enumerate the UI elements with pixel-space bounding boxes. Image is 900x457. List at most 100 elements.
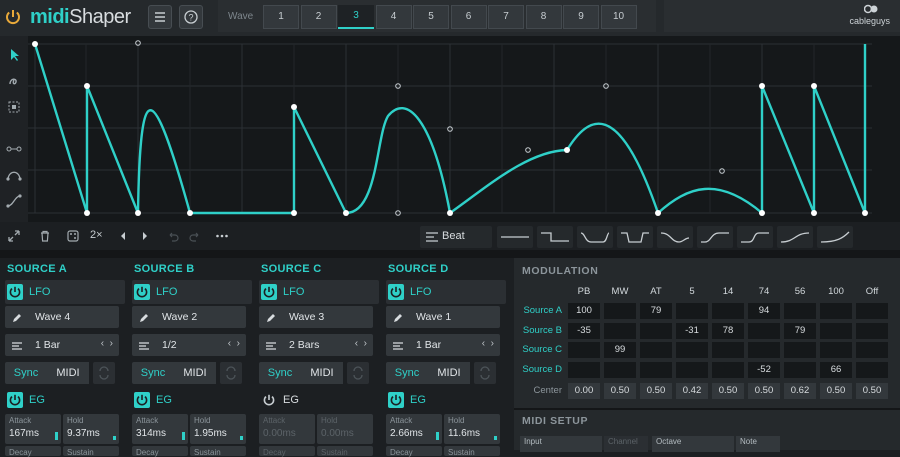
mod-cell[interactable]: 94 <box>748 303 780 319</box>
eg-power-icon[interactable] <box>388 392 404 408</box>
beat-button[interactable]: Beat <box>420 226 492 248</box>
prev-icon[interactable] <box>116 229 130 243</box>
eg-power-icon[interactable] <box>261 392 277 408</box>
preset-smooth-rise-icon[interactable] <box>777 226 813 248</box>
hold-knob[interactable]: Hold 9.37ms <box>63 414 119 444</box>
rate-select[interactable]: 1 Bar ‹ › <box>386 334 500 356</box>
center-value[interactable]: 0.50 <box>712 383 744 399</box>
wave-select[interactable]: Wave 1 <box>386 306 500 328</box>
preset-valley-icon[interactable] <box>577 226 613 248</box>
wave-tab-10[interactable]: 10 <box>600 5 637 29</box>
sync-button[interactable]: Sync <box>386 362 428 384</box>
sync-button[interactable]: Sync <box>5 362 47 384</box>
rate-arrows-icon[interactable]: ‹ › <box>101 338 113 349</box>
center-value[interactable]: 0.00 <box>568 383 600 399</box>
mod-cell[interactable] <box>748 342 780 358</box>
sync-button[interactable]: Sync <box>132 362 174 384</box>
lfo-power-icon[interactable] <box>261 284 277 300</box>
undo-icon[interactable] <box>166 229 180 243</box>
loop-icon[interactable] <box>220 362 242 384</box>
preset-notch-icon[interactable] <box>617 226 653 248</box>
center-value[interactable]: 0.50 <box>820 383 852 399</box>
wave-tab-6[interactable]: 6 <box>450 5 487 29</box>
center-value[interactable]: 0.50 <box>856 383 888 399</box>
mod-cell[interactable]: -31 <box>676 322 708 339</box>
midi-button[interactable]: MIDI <box>428 362 470 384</box>
preset-step-down-icon[interactable] <box>537 226 573 248</box>
mod-cell[interactable] <box>784 361 816 378</box>
rate-arrows-icon[interactable]: ‹ › <box>228 338 240 349</box>
wave-tab-1[interactable]: 1 <box>263 5 299 29</box>
preset-s-rise-icon[interactable] <box>737 226 773 248</box>
mod-cell[interactable] <box>856 361 888 378</box>
decay-knob[interactable]: Decay <box>5 446 61 457</box>
mod-cell[interactable] <box>568 361 600 378</box>
lfo-power-icon[interactable] <box>388 284 404 300</box>
eg-power-icon[interactable] <box>7 392 23 408</box>
rate-select[interactable]: 2 Bars ‹ › <box>259 334 373 356</box>
menu-button[interactable] <box>148 5 172 29</box>
mod-cell[interactable] <box>712 303 744 319</box>
preset-scoop-icon[interactable] <box>657 226 693 248</box>
wave-select[interactable]: Wave 4 <box>5 306 119 328</box>
sync-button[interactable]: Sync <box>259 362 301 384</box>
decay-knob[interactable]: Decay <box>386 446 442 457</box>
hold-knob[interactable]: Hold 1.95ms <box>190 414 246 444</box>
dice-icon[interactable] <box>66 229 80 243</box>
wave-select[interactable]: Wave 3 <box>259 306 373 328</box>
mod-cell[interactable] <box>604 361 636 378</box>
center-value[interactable]: 0.62 <box>784 383 816 399</box>
wave-tab-9[interactable]: 9 <box>563 5 599 29</box>
attack-knob[interactable]: Attack 314ms <box>132 414 188 444</box>
loop-icon[interactable] <box>474 362 496 384</box>
mod-cell[interactable] <box>640 322 672 339</box>
wave-editor-graph[interactable] <box>28 36 872 222</box>
wave-tab-3[interactable]: 3 <box>338 5 374 29</box>
mod-cell[interactable] <box>820 303 852 319</box>
mod-cell[interactable] <box>856 322 888 339</box>
mod-cell[interactable]: 66 <box>820 361 852 378</box>
mod-cell[interactable] <box>748 322 780 339</box>
wave-tab-4[interactable]: 4 <box>375 5 412 29</box>
sustain-knob[interactable]: Sustain <box>317 446 373 457</box>
attack-knob[interactable]: Attack 167ms <box>5 414 61 444</box>
help-button[interactable]: ? <box>179 5 203 29</box>
wave-tab-7[interactable]: 7 <box>488 5 524 29</box>
sustain-knob[interactable]: Sustain <box>444 446 500 457</box>
mod-cell[interactable] <box>676 361 708 378</box>
more-icon[interactable] <box>215 229 229 243</box>
mod-cell[interactable]: 99 <box>604 342 636 358</box>
center-value[interactable]: 0.42 <box>676 383 708 399</box>
pointer-tool-icon[interactable] <box>5 46 23 64</box>
power-icon[interactable] <box>4 8 22 26</box>
s-curve-tool-icon[interactable] <box>5 192 23 210</box>
rate-select[interactable]: 1 Bar ‹ › <box>5 334 119 356</box>
lfo-power-icon[interactable] <box>134 284 150 300</box>
mod-cell[interactable] <box>856 303 888 319</box>
hold-knob[interactable]: Hold 11.6ms <box>444 414 500 444</box>
decay-knob[interactable]: Decay <box>132 446 188 457</box>
mod-cell[interactable]: 78 <box>712 322 744 339</box>
mod-cell[interactable]: 100 <box>568 303 600 319</box>
wave-select[interactable]: Wave 2 <box>132 306 246 328</box>
expand-icon[interactable] <box>7 229 21 243</box>
line-tool-icon[interactable] <box>5 140 23 158</box>
midi-button[interactable]: MIDI <box>174 362 216 384</box>
mod-cell[interactable]: -35 <box>568 322 600 339</box>
rate-select[interactable]: 1/2 ‹ › <box>132 334 246 356</box>
preset-rise-icon[interactable] <box>697 226 733 248</box>
draw-tool-icon[interactable] <box>5 72 23 90</box>
mod-cell[interactable] <box>604 322 636 339</box>
next-icon[interactable] <box>138 229 152 243</box>
mod-cell[interactable] <box>676 303 708 319</box>
lfo-power-icon[interactable] <box>7 284 23 300</box>
wave-tab-8[interactable]: 8 <box>525 5 562 29</box>
eg-power-icon[interactable] <box>134 392 150 408</box>
mod-cell[interactable] <box>784 303 816 319</box>
mod-cell[interactable]: -52 <box>748 361 780 378</box>
mod-cell[interactable] <box>856 342 888 358</box>
select-area-icon[interactable] <box>5 98 23 116</box>
preset-log-rise-icon[interactable] <box>817 226 853 248</box>
preset-flat-icon[interactable] <box>497 226 533 248</box>
mod-cell[interactable] <box>820 342 852 358</box>
